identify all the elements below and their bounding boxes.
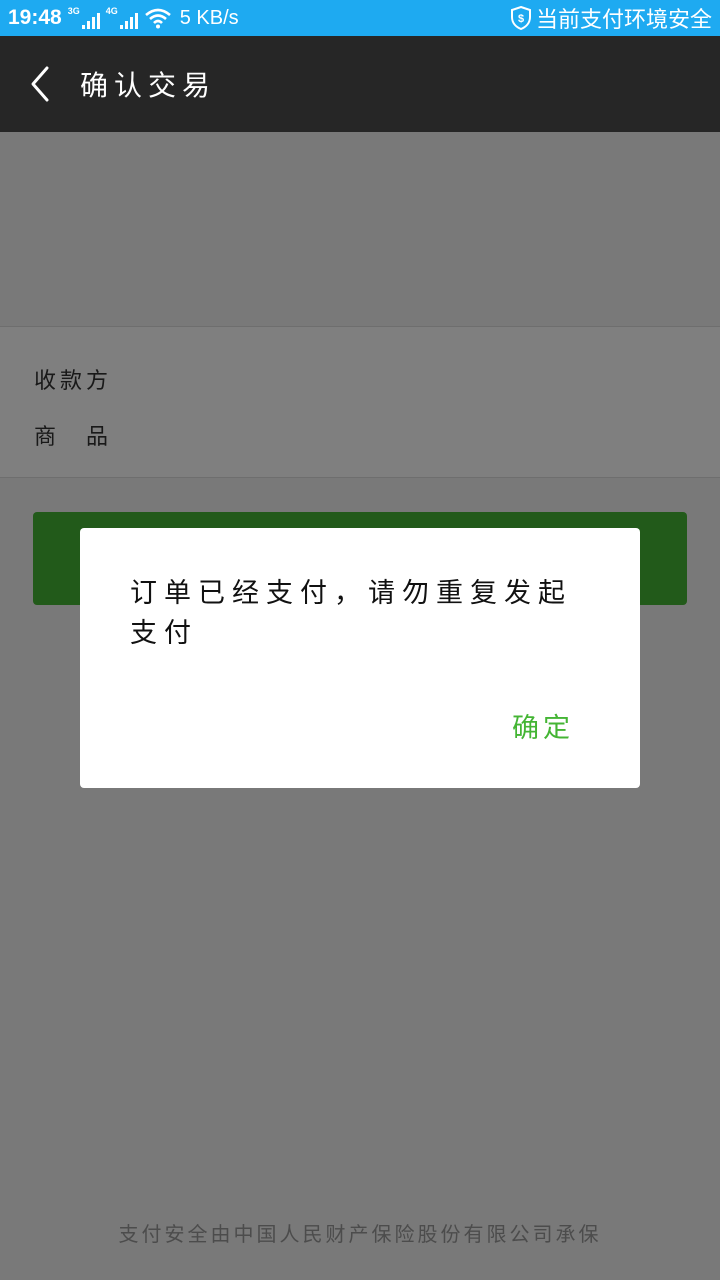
signal-3g-icon: 3G: [68, 7, 100, 29]
page-title: 确认交易: [80, 69, 217, 102]
signal-4g-icon: 4G: [106, 7, 138, 29]
security-status-text: 当前支付环境安全: [535, 7, 712, 32]
dialog-ok-button[interactable]: 确定: [512, 706, 574, 745]
back-button[interactable]: [0, 36, 78, 132]
svg-text:$: $: [518, 13, 524, 25]
status-time: 19:48: [8, 6, 62, 29]
network-3g-label: 3G: [67, 6, 80, 16]
network-speed: 5 KB/s: [179, 6, 239, 29]
shield-icon: $: [510, 6, 531, 30]
status-bar: 19:48 3G 4G 5 KB/s $ 当前支付环境安全: [0, 0, 720, 36]
title-bar: 确认交易: [0, 36, 720, 132]
network-4g-label: 4G: [105, 6, 118, 16]
chevron-left-icon: [31, 66, 49, 102]
dialog-message: 订单已经支付，请勿重复发起支付: [130, 578, 572, 649]
alert-dialog: 订单已经支付，请勿重复发起支付 确定: [80, 528, 640, 788]
wifi-icon: [144, 8, 171, 29]
